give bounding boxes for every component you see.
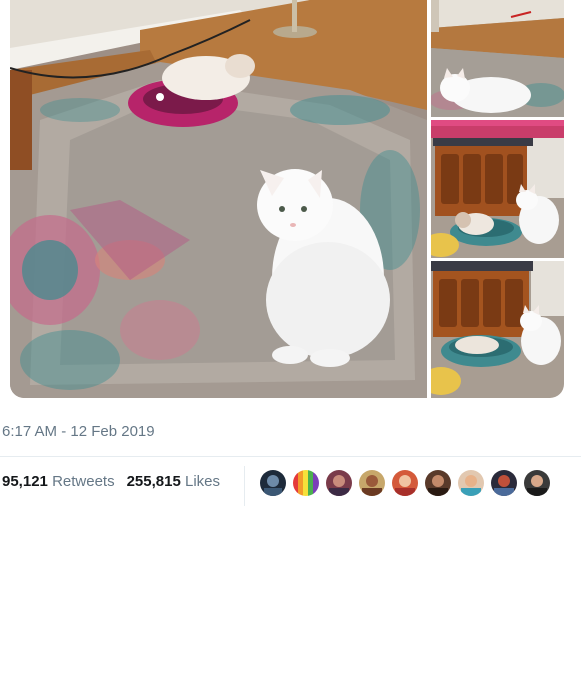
retweets-stat[interactable]: 95,121 Retweets bbox=[2, 473, 115, 490]
tweet-stats: 95,121 Retweets 255,815 Likes bbox=[2, 473, 220, 490]
liker-avatar[interactable] bbox=[391, 469, 419, 497]
photo-main[interactable] bbox=[10, 0, 427, 398]
photo-2[interactable] bbox=[431, 0, 564, 117]
stats-divider bbox=[244, 466, 245, 506]
cats-by-dresser-photo-1 bbox=[431, 120, 564, 258]
likes-label: Likes bbox=[185, 473, 221, 490]
photo-4[interactable] bbox=[431, 261, 564, 398]
avatar-image bbox=[359, 470, 385, 496]
liker-avatar[interactable] bbox=[490, 469, 518, 497]
avatar-image bbox=[458, 470, 484, 496]
liker-avatar[interactable] bbox=[424, 469, 452, 497]
liker-avatar[interactable] bbox=[358, 469, 386, 497]
tweet-timestamp[interactable]: 6:17 AM - 12 Feb 2019 bbox=[2, 423, 155, 440]
liker-avatar[interactable] bbox=[292, 469, 320, 497]
liker-avatar[interactable] bbox=[325, 469, 353, 497]
avatar-image bbox=[293, 470, 319, 496]
avatar-image bbox=[260, 470, 286, 496]
cat-lying-photo bbox=[431, 0, 564, 117]
liker-avatar[interactable] bbox=[259, 469, 287, 497]
avatar-image bbox=[392, 470, 418, 496]
likes-stat[interactable]: 255,815 Likes bbox=[127, 473, 220, 490]
liker-avatar[interactable] bbox=[457, 469, 485, 497]
liker-avatar[interactable] bbox=[523, 469, 551, 497]
avatar-image bbox=[425, 470, 451, 496]
avatar-image bbox=[491, 470, 517, 496]
cats-by-dresser-photo-2 bbox=[431, 261, 564, 398]
divider bbox=[0, 456, 581, 457]
avatar-image bbox=[326, 470, 352, 496]
photo-3[interactable] bbox=[431, 120, 564, 258]
cat-on-rug-photo bbox=[10, 0, 427, 398]
avatar-image bbox=[524, 470, 550, 496]
retweets-count: 95,121 bbox=[2, 473, 48, 490]
tweet-media-grid bbox=[10, 0, 564, 398]
retweets-label: Retweets bbox=[52, 473, 115, 490]
likes-count: 255,815 bbox=[126, 473, 181, 490]
